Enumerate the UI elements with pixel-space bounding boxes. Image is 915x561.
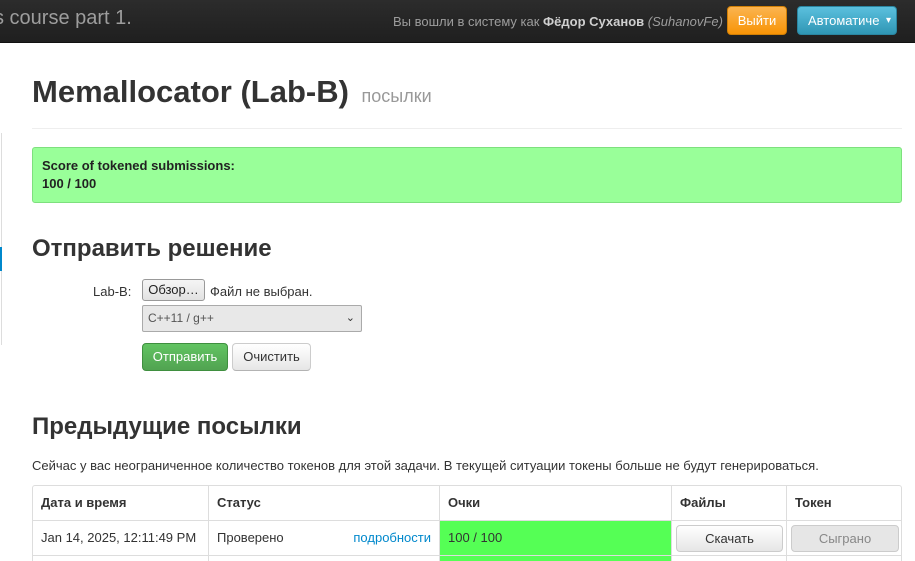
score-alert: Score of tokened submissions: 100 / 100 bbox=[32, 147, 902, 203]
column-header-files: Файлы bbox=[671, 486, 786, 521]
user-login: (SuhanovFe) bbox=[647, 14, 723, 29]
caret-down-icon: ▾ bbox=[885, 15, 891, 26]
browse-button[interactable]: Обзор… bbox=[142, 279, 205, 301]
file-label: Lab-B: bbox=[93, 284, 132, 299]
language-label: Автоматиче bbox=[808, 13, 880, 28]
submission-status-cell: Проверено подробности bbox=[208, 521, 439, 556]
language-select[interactable]: C++11 / g++ ⌄ bbox=[142, 305, 362, 332]
send-button[interactable]: Отправить bbox=[142, 343, 228, 371]
column-header-score: Очки bbox=[439, 486, 671, 521]
submissions-table: Дата и время Статус Очки Файлы Токен Jan… bbox=[32, 485, 902, 561]
sidebar-edge bbox=[0, 133, 2, 345]
user-name: Фёдор Суханов bbox=[543, 14, 645, 29]
details-link[interactable]: подробности bbox=[353, 521, 431, 554]
partial-score-cell bbox=[439, 556, 671, 561]
clear-button[interactable]: Очистить bbox=[232, 343, 311, 371]
column-header-date: Дата и время bbox=[33, 486, 208, 521]
download-button[interactable]: Скачать bbox=[676, 525, 783, 552]
task-title: Memallocator (Lab-B) bbox=[32, 74, 349, 109]
top-navbar: s course part 1. Вы вошли в систему как … bbox=[0, 0, 915, 43]
token-info-text: Сейчас у вас неограниченное количество т… bbox=[32, 458, 819, 473]
submission-status: Проверено bbox=[217, 530, 284, 545]
page-title: Memallocator (Lab-B) посылки bbox=[32, 74, 432, 110]
submit-heading: Отправить решение bbox=[32, 235, 272, 262]
header-divider bbox=[32, 128, 902, 129]
login-info: Вы вошли в систему как Фёдор Суханов (Su… bbox=[393, 14, 723, 29]
column-header-token: Токен bbox=[786, 486, 901, 521]
contest-title[interactable]: s course part 1. bbox=[0, 7, 132, 30]
page-subtitle: посылки bbox=[361, 86, 432, 106]
score-alert-title: Score of tokened submissions: bbox=[42, 158, 235, 173]
sidebar-active-marker bbox=[0, 247, 2, 271]
previous-submissions-heading: Предыдущие посылки bbox=[32, 413, 302, 440]
partial-cell bbox=[671, 556, 786, 561]
column-header-status: Статус bbox=[208, 486, 439, 521]
submission-score: 100 / 100 bbox=[439, 521, 671, 556]
submission-date: Jan 14, 2025, 12:11:49 PM bbox=[33, 521, 208, 556]
logged-in-prefix: Вы вошли в систему как bbox=[393, 14, 540, 29]
score-alert-value: 100 / 100 bbox=[42, 176, 97, 191]
table-row-partial bbox=[33, 556, 901, 561]
submission-token-cell: Сыграно bbox=[786, 521, 901, 556]
logout-button[interactable]: Выйти bbox=[727, 6, 787, 35]
partial-cell bbox=[208, 556, 439, 561]
language-select-value: C++11 / g++ bbox=[148, 311, 214, 325]
partial-cell bbox=[786, 556, 901, 561]
submission-files-cell: Скачать bbox=[671, 521, 786, 556]
file-status: Файл не выбран. bbox=[210, 284, 313, 299]
chevron-down-icon: ⌄ bbox=[345, 312, 355, 324]
token-played-button: Сыграно bbox=[791, 525, 899, 552]
language-dropdown-button[interactable]: Автоматиче ▾ bbox=[797, 6, 897, 35]
